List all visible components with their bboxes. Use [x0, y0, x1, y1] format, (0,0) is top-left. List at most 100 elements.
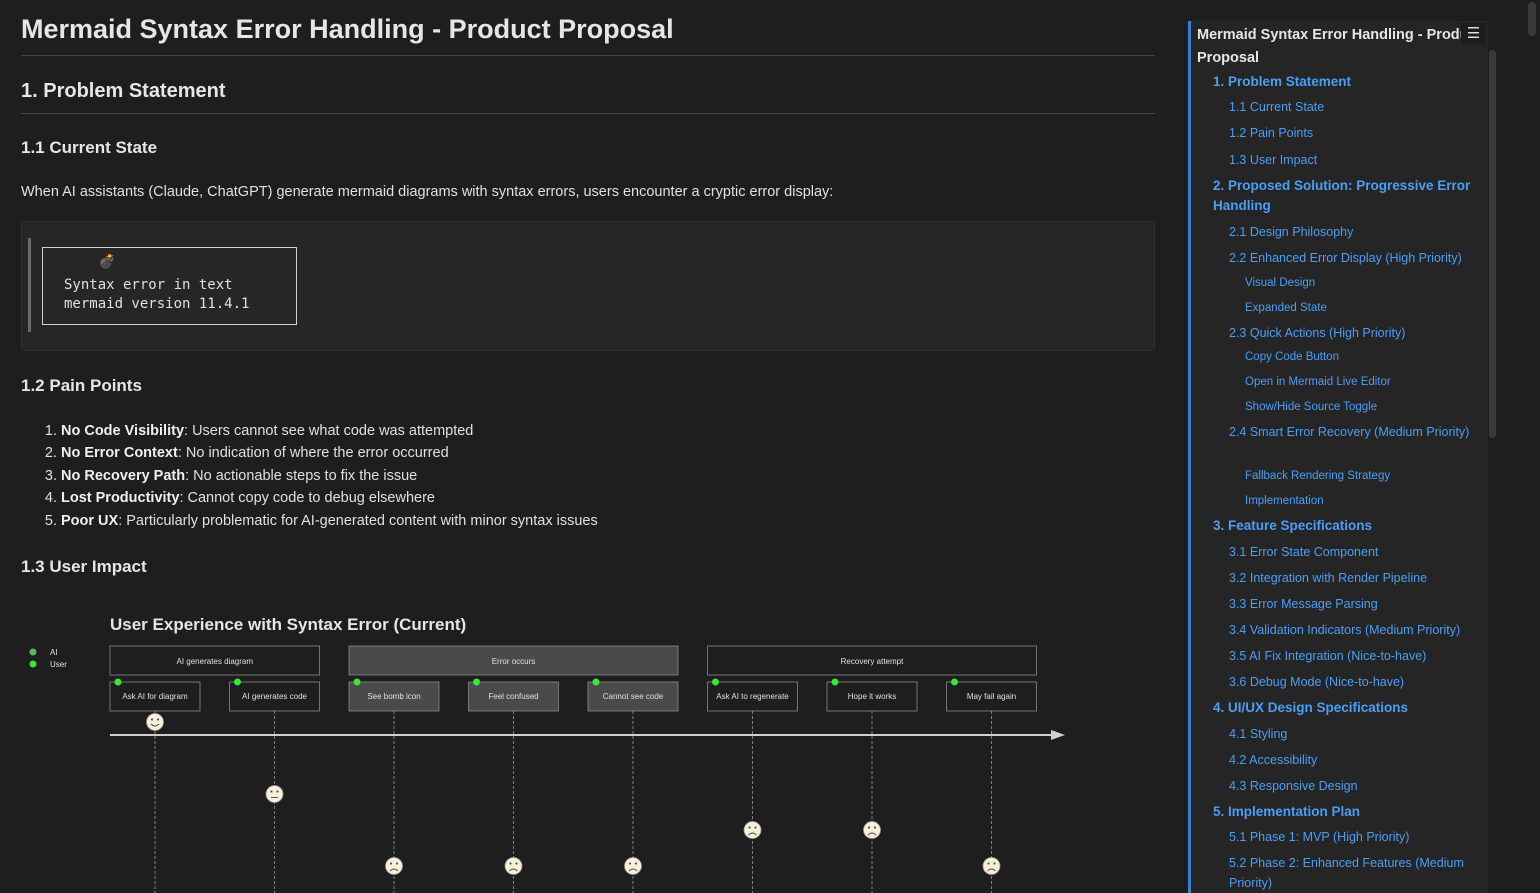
journey-face-eye [276, 790, 279, 793]
toc-link[interactable]: Expanded State [1245, 298, 1481, 318]
journey-face-eye [150, 718, 154, 721]
journey-actor-dot [473, 678, 480, 686]
pain-point-term: No Error Context [61, 445, 178, 462]
pain-point-item: Lost Productivity: Cannot copy code to d… [61, 487, 598, 509]
journey-face-sad-icon [863, 821, 881, 839]
journey-face-eye [987, 862, 990, 865]
journey-task-label: Feel confused [488, 692, 538, 701]
journey-face-eye [873, 826, 877, 829]
toc-link[interactable]: 3.2 Integration with Render Pipeline [1229, 568, 1479, 588]
blockquote-bar [28, 238, 31, 332]
toc-link[interactable]: 1.3 User Impact [1229, 150, 1479, 170]
toc-link[interactable]: 2.4 Smart Error Recovery (Medium Priorit… [1229, 422, 1479, 442]
legend-dot [29, 660, 37, 668]
journey-actor-dot [712, 678, 719, 686]
toc-link[interactable]: 1.2 Pain Points [1229, 123, 1479, 143]
pain-points-list: No Code Visibility: Users cannot see wha… [21, 420, 598, 532]
journey-face-eye [867, 826, 871, 829]
pain-point-item: No Code Visibility: Users cannot see wha… [61, 420, 598, 442]
page-scrollbar[interactable] [1528, 2, 1536, 36]
journey-face-sad-icon [743, 821, 762, 839]
pain-point-item: Poor UX: Particularly problematic for AI… [61, 510, 598, 532]
toc-link[interactable]: 4.3 Responsive Design [1229, 776, 1479, 796]
toc-link[interactable]: 4.2 Accessibility [1229, 750, 1479, 770]
journey-face-sad-icon [982, 857, 1001, 875]
legend-label: AI [50, 648, 58, 657]
journey-face-neutral-icon [265, 785, 284, 803]
toc-link[interactable]: 2.1 Design Philosophy [1229, 222, 1479, 242]
toc-link[interactable]: 3.1 Error State Component [1229, 542, 1479, 562]
journey-task-label: AI generates code [242, 692, 307, 701]
toc-link[interactable]: 5.2 Phase 2: Enhanced Features (Medium P… [1229, 853, 1479, 893]
current-state-paragraph: When AI assistants (Claude, ChatGPT) gen… [21, 184, 834, 200]
toc-link[interactable]: 3.6 Debug Mode (Nice-to-have) [1229, 672, 1479, 692]
user-journey-diagram: User Experience with Syntax Error (Curre… [29, 615, 1065, 893]
error-display-box: 💣 Syntax error in text mermaid version 1… [42, 247, 297, 325]
subheading-current-state: 1.1 Current State [21, 138, 158, 157]
pain-point-item: No Recovery Path: No actionable steps to… [61, 465, 598, 487]
toc-link[interactable]: 3.5 AI Fix Integration (Nice-to-have) [1229, 646, 1479, 666]
journey-face-happy-icon [146, 713, 164, 731]
journey-face-eye [156, 718, 160, 721]
toc-scrollbar[interactable] [1489, 50, 1496, 438]
pain-point-term: Poor UX [61, 512, 119, 529]
journey-title: User Experience with Syntax Error (Curre… [110, 615, 466, 634]
legend-label: User [50, 660, 67, 669]
toc-link[interactable]: 2. Proposed Solution: Progressive Error … [1213, 176, 1475, 216]
menu-icon[interactable]: ☰ [1461, 23, 1486, 45]
journey-section-label: AI generates diagram [177, 657, 254, 666]
journey-face-eye [270, 790, 273, 793]
toc-link[interactable]: 1. Problem Statement [1213, 72, 1475, 92]
toc-link[interactable]: Visual Design [1245, 273, 1481, 293]
toc-link[interactable]: 5. Implementation Plan [1213, 802, 1475, 822]
journey-actor-dot [353, 678, 361, 686]
toc-link[interactable]: 4.1 Styling [1229, 724, 1479, 744]
toc-link[interactable]: Open in Mermaid Live Editor [1245, 372, 1481, 392]
journey-face-eye [515, 862, 518, 865]
pain-point-term: No Recovery Path [61, 467, 186, 484]
journey-actor-dot [234, 678, 241, 686]
journey-face-eye [634, 862, 638, 865]
toc-link[interactable]: 3.4 Validation Indicators (Medium Priori… [1229, 620, 1479, 640]
journey-face-eye [389, 862, 393, 865]
page-title: Mermaid Syntax Error Handling - Product … [21, 14, 1155, 56]
error-line-version: mermaid version 11.4.1 [64, 296, 250, 312]
toc-link[interactable]: 2.3 Quick Actions (High Priority) [1229, 323, 1479, 343]
document-content: Mermaid Syntax Error Handling - Product … [21, 0, 1155, 893]
pain-point-text: : No actionable steps to fix the issue [185, 467, 418, 484]
toc-link[interactable]: 3.3 Error Message Parsing [1229, 594, 1479, 614]
pain-point-item: No Error Context: No indication of where… [61, 442, 598, 464]
journey-task-label: May fail again [967, 692, 1016, 701]
pain-point-text: : No indication of where the error occur… [177, 445, 449, 462]
toc-link[interactable]: Fallback Rendering Strategy [1245, 466, 1481, 486]
toc-link[interactable]: Implementation [1245, 491, 1481, 511]
toc-title: Mermaid Syntax Error Handling - Product … [1197, 27, 1482, 66]
subheading-user-impact: 1.3 User Impact [21, 557, 147, 576]
journey-task-label: Ask AI to regenerate [716, 692, 789, 701]
toc-link[interactable]: 4. UI/UX Design Specifications [1213, 698, 1475, 718]
toc-link[interactable]: 2.2 Enhanced Error Display (High Priorit… [1229, 248, 1479, 268]
pain-point-term: Lost Productivity [61, 490, 180, 507]
legend-dot [29, 648, 37, 656]
toc-link[interactable]: 1.1 Current State [1229, 97, 1479, 117]
table-of-contents: Mermaid Syntax Error Handling - Product … [1188, 21, 1488, 893]
journey-actor-dot [114, 678, 122, 686]
journey-section-label: Recovery attempt [841, 657, 904, 666]
journey-face-eye [509, 862, 512, 865]
toc-link[interactable]: Show/Hide Source Toggle [1245, 397, 1481, 417]
journey-face-eye [754, 826, 757, 829]
journey-actor-dot [592, 678, 600, 686]
journey-face-eye [395, 862, 399, 865]
toc-link[interactable]: 3. Feature Specifications [1213, 516, 1475, 536]
toc-link[interactable]: Copy Code Button [1245, 347, 1481, 367]
journey-face-sad-icon [504, 857, 523, 875]
journey-face-eye [628, 862, 632, 865]
journey-actor-dot [831, 678, 839, 686]
error-line-syntax: Syntax error in text [64, 277, 233, 293]
pain-point-text: : Users cannot see what code was attempt… [184, 423, 474, 439]
journey-task-label: Cannot see code [603, 692, 664, 701]
toc-link[interactable]: 5.1 Phase 1: MVP (High Priority) [1229, 827, 1479, 847]
pain-point-text: : Cannot copy code to debug elsewhere [179, 490, 435, 507]
pain-point-term: No Code Visibility [61, 423, 185, 439]
journey-face-eye [748, 826, 751, 829]
